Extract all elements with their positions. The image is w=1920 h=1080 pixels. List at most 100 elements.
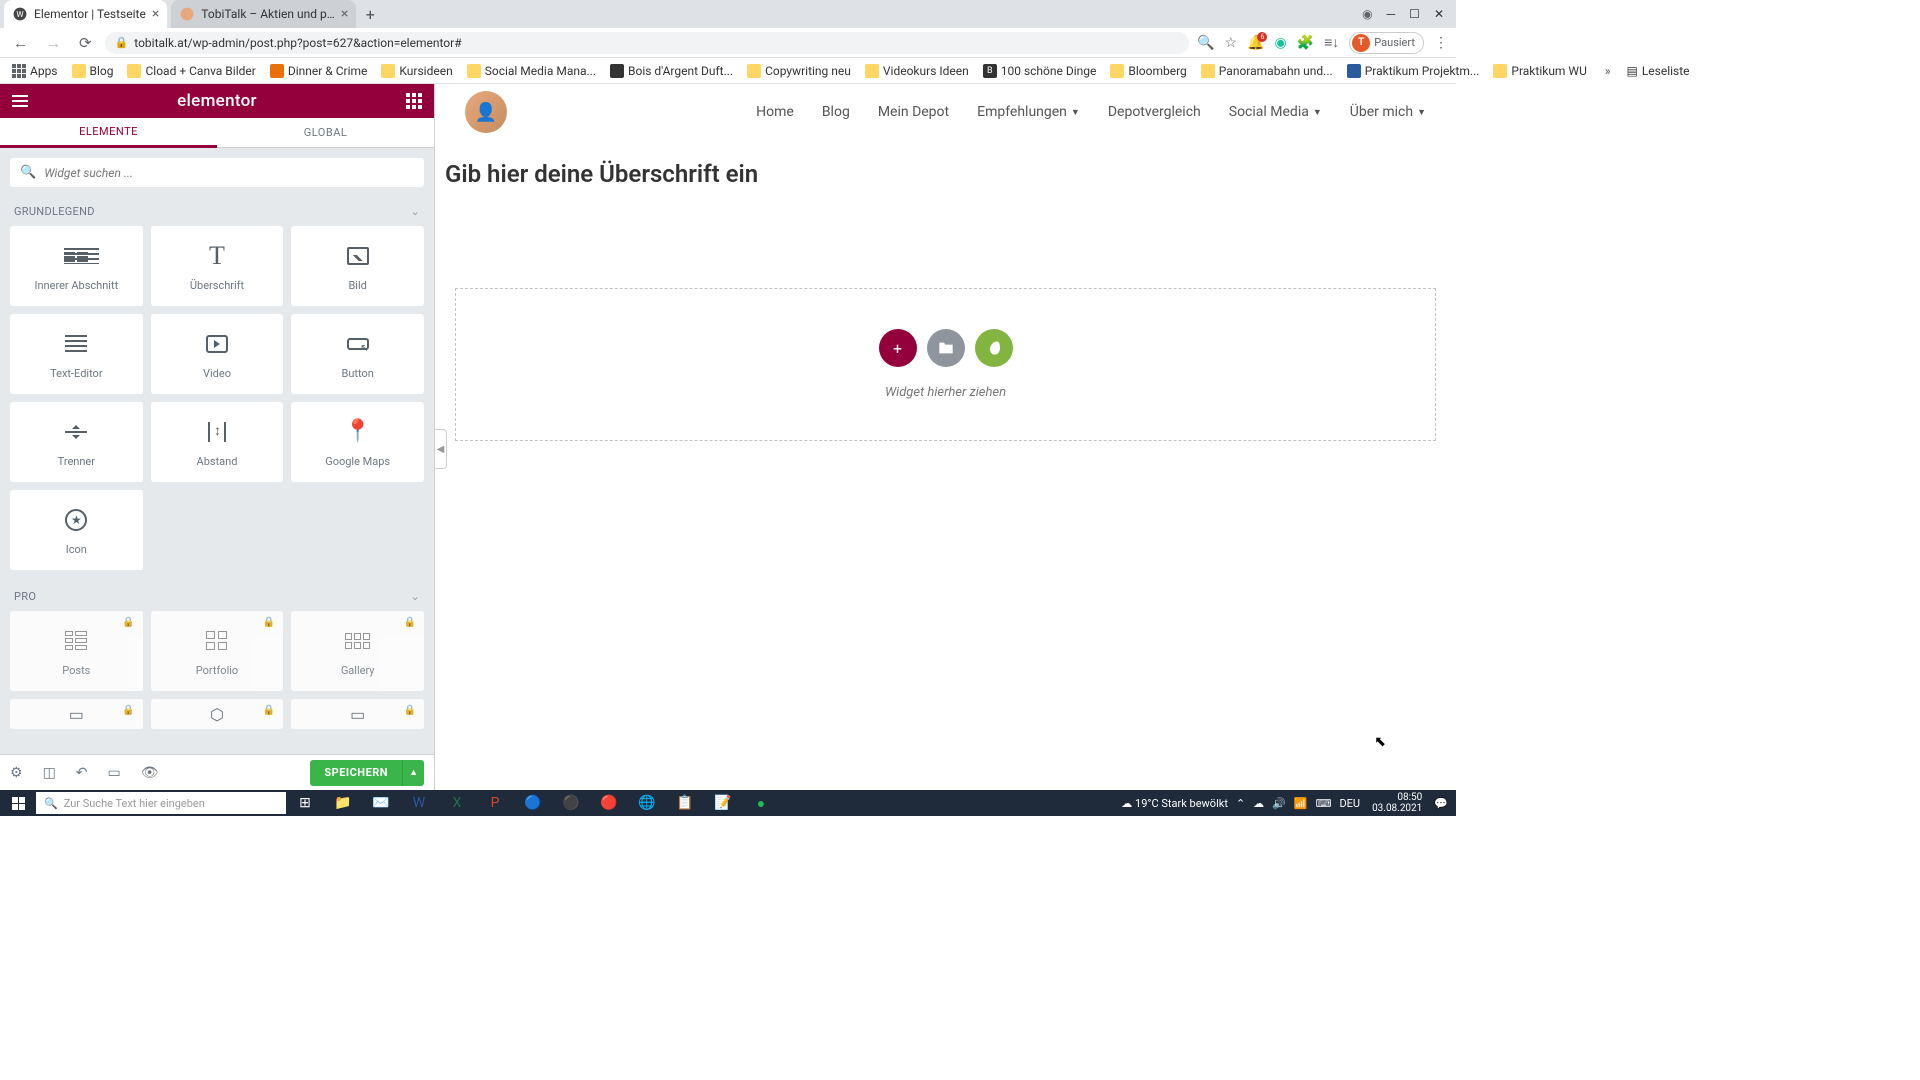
nav-about[interactable]: Über mich▼	[1350, 104, 1426, 120]
widget-pro-more[interactable]: 🔒▭	[291, 699, 424, 729]
url-bar[interactable]: 🔒 tobitalk.at/wp-admin/post.php?post=627…	[105, 32, 1189, 54]
extensions-puzzle-icon[interactable]: 🧩	[1297, 35, 1314, 51]
reading-list-icon[interactable]: ≡↓	[1324, 34, 1339, 51]
widget-google-maps[interactable]: 📍Google Maps	[291, 402, 424, 482]
widget-pro-more[interactable]: 🔒▭	[10, 699, 143, 729]
profile-button[interactable]: T Pausiert	[1349, 32, 1424, 54]
zoom-icon[interactable]: 🔍	[1197, 35, 1214, 51]
minimize-icon[interactable]: ─	[1387, 7, 1396, 21]
taskbar-search[interactable]: 🔍 Zur Suche Text hier eingeben	[36, 792, 286, 814]
bookmark-item[interactable]: Dinner & Crime	[264, 61, 374, 81]
close-window-icon[interactable]: ✕	[1434, 7, 1444, 21]
widget-image[interactable]: Bild	[291, 226, 424, 306]
bookmark-item[interactable]: Kursideen	[375, 61, 458, 81]
chrome-icon[interactable]: 🔴	[590, 790, 628, 816]
tray-overflow-icon[interactable]: ⌃	[1236, 797, 1245, 810]
app-icon[interactable]: 📋	[666, 790, 704, 816]
widget-pro-more[interactable]: 🔒⬡	[151, 699, 284, 729]
envato-button[interactable]	[975, 329, 1013, 367]
settings-icon[interactable]: ⚙	[10, 765, 23, 781]
account-indicator-icon[interactable]: ◉	[1362, 7, 1372, 21]
bookmark-item[interactable]: Copywriting neu	[741, 61, 857, 81]
menu-kebab-icon[interactable]: ⋮	[1434, 35, 1448, 51]
template-library-button[interactable]	[927, 329, 965, 367]
panel-menu-button[interactable]	[12, 95, 28, 107]
widget-video[interactable]: Video	[151, 314, 284, 394]
close-tab-icon[interactable]: ×	[152, 6, 159, 22]
widget-button[interactable]: Button	[291, 314, 424, 394]
apps-shortcut[interactable]: Apps	[6, 61, 64, 81]
grammarly-extension-icon[interactable]: ◉	[1274, 35, 1286, 51]
bookmark-item[interactable]: Cload + Canva Bilder	[121, 61, 261, 81]
volume-icon[interactable]: 🔊	[1272, 797, 1286, 810]
clock[interactable]: 08:50 03.08.2021	[1368, 792, 1426, 814]
bookmark-item[interactable]: Social Media Mana...	[461, 61, 602, 81]
weather-widget[interactable]: ☁ 19°C Stark bewölkt	[1121, 797, 1228, 810]
widget-search-input[interactable]	[44, 166, 414, 180]
new-tab-button[interactable]: +	[356, 0, 384, 28]
forward-button[interactable]: →	[41, 32, 66, 54]
file-explorer-icon[interactable]: 📁	[324, 790, 362, 816]
navigator-icon[interactable]: ◫	[43, 765, 56, 781]
save-button[interactable]: SPEICHERN	[310, 760, 402, 786]
browser-tab-active[interactable]: W Elementor | Testseite ×	[4, 0, 167, 28]
nav-blog[interactable]: Blog	[822, 104, 850, 120]
spotify-icon[interactable]: ●	[742, 790, 780, 816]
back-button[interactable]: ←	[8, 32, 33, 54]
tab-global[interactable]: GLOBAL	[217, 118, 434, 148]
bookmark-item[interactable]: Videokurs Ideen	[859, 61, 975, 81]
widget-icon[interactable]: ★Icon	[10, 490, 143, 570]
bookmark-item[interactable]: Praktikum Projektm...	[1341, 61, 1486, 81]
onedrive-icon[interactable]: ☁	[1253, 797, 1264, 810]
mail-icon[interactable]: ✉️	[362, 790, 400, 816]
language-indicator[interactable]: DEU	[1339, 797, 1360, 810]
history-icon[interactable]: ↶	[76, 765, 88, 781]
responsive-icon[interactable]: ▭	[108, 765, 121, 781]
notepad-icon[interactable]: 📝	[704, 790, 742, 816]
widget-portfolio[interactable]: 🔒Portfolio	[151, 611, 284, 691]
bookmark-item[interactable]: Blog	[66, 61, 120, 81]
widget-inner-section[interactable]: Innerer Abschnitt	[10, 226, 143, 306]
nav-comparison[interactable]: Depotvergleich	[1108, 104, 1201, 120]
widget-divider[interactable]: Trenner	[10, 402, 143, 482]
widget-text-editor[interactable]: Text-Editor	[10, 314, 143, 394]
maximize-icon[interactable]: ☐	[1409, 7, 1420, 21]
reading-list-button[interactable]: ▤ Leseliste	[1618, 61, 1697, 81]
word-icon[interactable]: W	[400, 790, 438, 816]
nav-home[interactable]: Home	[756, 104, 794, 120]
widget-heading[interactable]: TÜberschrift	[151, 226, 284, 306]
tab-elements[interactable]: ELEMENTE	[0, 118, 217, 148]
excel-icon[interactable]: X	[438, 790, 476, 816]
category-pro[interactable]: PRO ⌄	[0, 582, 434, 611]
reload-button[interactable]: ⟳	[74, 32, 97, 54]
bookmark-item[interactable]: B100 schöne Dinge	[977, 61, 1103, 81]
browser-tab-inactive[interactable]: TobiTalk – Aktien und persönliche... ×	[171, 0, 356, 28]
wifi-icon[interactable]: 📶	[1294, 797, 1308, 810]
edge-icon[interactable]: 🌐	[628, 790, 666, 816]
new-section-dropzone[interactable]: + Widget hierher ziehen	[455, 288, 1436, 441]
extension-icon[interactable]: 🔔6	[1247, 35, 1264, 51]
widget-spacer[interactable]: Abstand	[151, 402, 284, 482]
bookmark-item[interactable]: Panoramabahn und...	[1195, 61, 1339, 81]
bookmark-item[interactable]: Bois d'Argent Duft...	[604, 61, 739, 81]
start-button[interactable]	[0, 790, 36, 816]
bookmark-item[interactable]: Bloomberg	[1104, 61, 1192, 81]
site-logo-avatar[interactable]: 👤	[465, 91, 507, 133]
category-basic[interactable]: GRUNDLEGEND ⌄	[0, 197, 434, 226]
bookmarks-overflow[interactable]: »	[1599, 61, 1617, 81]
heading-widget[interactable]: Gib hier deine Überschrift ein	[435, 140, 1456, 208]
preview-icon[interactable]: 👁	[141, 765, 159, 781]
powerpoint-icon[interactable]: P	[476, 790, 514, 816]
nav-recommendations[interactable]: Empfehlungen▼	[977, 104, 1080, 120]
app-icon[interactable]: 🔵	[514, 790, 552, 816]
widget-posts[interactable]: 🔒Posts	[10, 611, 143, 691]
keyboard-icon[interactable]: ⌨	[1316, 797, 1332, 810]
bookmark-star-icon[interactable]: ☆	[1224, 35, 1237, 51]
widgets-grid-button[interactable]	[406, 93, 422, 109]
widget-gallery[interactable]: 🔒Gallery	[291, 611, 424, 691]
obs-icon[interactable]: ⚫	[552, 790, 590, 816]
widget-search[interactable]: 🔍	[10, 158, 424, 187]
bookmark-item[interactable]: Praktikum WU	[1487, 61, 1592, 81]
add-section-button[interactable]: +	[879, 329, 917, 367]
close-tab-icon[interactable]: ×	[341, 6, 348, 22]
